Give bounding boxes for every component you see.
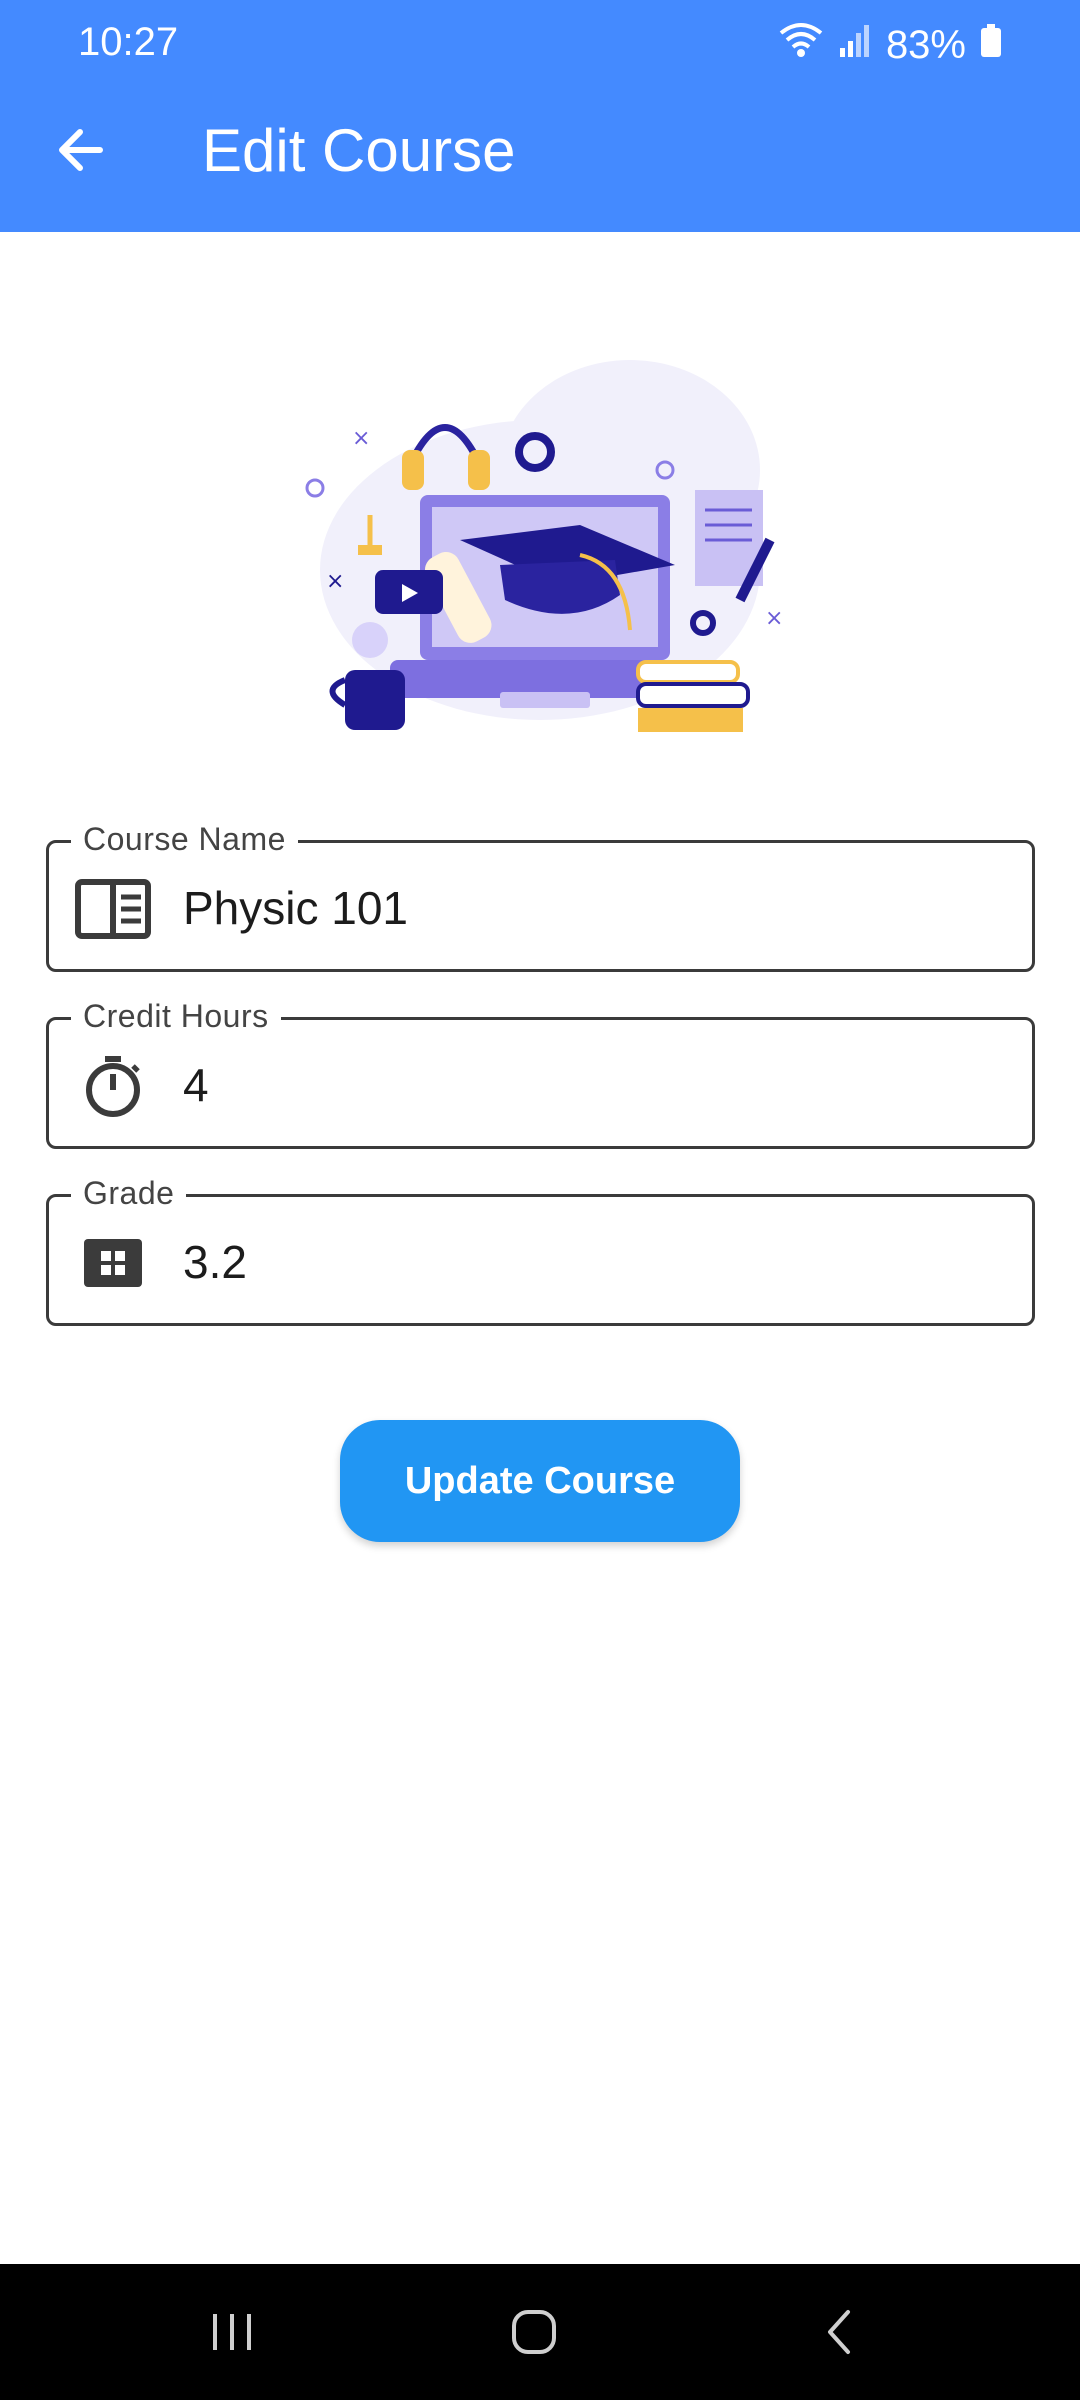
system-back-button[interactable] (778, 2292, 898, 2372)
grade-input[interactable]: 3.2 (183, 1235, 983, 1289)
signal-icon (838, 23, 872, 68)
status-time: 10:27 (78, 20, 179, 64)
grade-label: Grade (71, 1175, 187, 1212)
credit-hours-label: Credit Hours (71, 998, 281, 1035)
battery-icon (980, 23, 1002, 68)
grade-field[interactable]: Grade 3.2 (46, 1175, 1035, 1326)
course-name-input[interactable]: Physic 101 (183, 881, 983, 935)
credit-hours-field[interactable]: Credit Hours 4 (46, 998, 1035, 1149)
course-name-field[interactable]: Course Name Physic 101 (46, 821, 1035, 972)
back-button[interactable] (40, 110, 120, 190)
wifi-icon (778, 21, 824, 69)
back-icon (828, 2310, 850, 2354)
grid-icon (75, 1233, 151, 1293)
battery-text: 83% (885, 22, 966, 67)
timer-icon (75, 1056, 151, 1117)
recents-icon (213, 2314, 251, 2350)
system-nav-bar (0, 2264, 1080, 2400)
home-button[interactable] (474, 2292, 594, 2372)
svg-text:×: × (326, 569, 344, 594)
svg-text:×: × (765, 606, 783, 631)
page-title: Edit Course (202, 117, 516, 184)
svg-text:×: × (352, 426, 370, 451)
credit-hours-input[interactable]: 4 (183, 1058, 983, 1112)
arrow-left-icon (59, 129, 103, 171)
recents-button[interactable] (172, 2292, 292, 2372)
education-illustration: × × × (290, 340, 800, 770)
update-course-button[interactable]: Update Course (340, 1420, 740, 1542)
status-icons: 83% (778, 20, 1002, 70)
home-icon (512, 2310, 556, 2354)
book-icon (75, 879, 151, 939)
app-bar: 10:27 83% Edit Course (0, 0, 1080, 232)
course-name-label: Course Name (71, 821, 298, 858)
